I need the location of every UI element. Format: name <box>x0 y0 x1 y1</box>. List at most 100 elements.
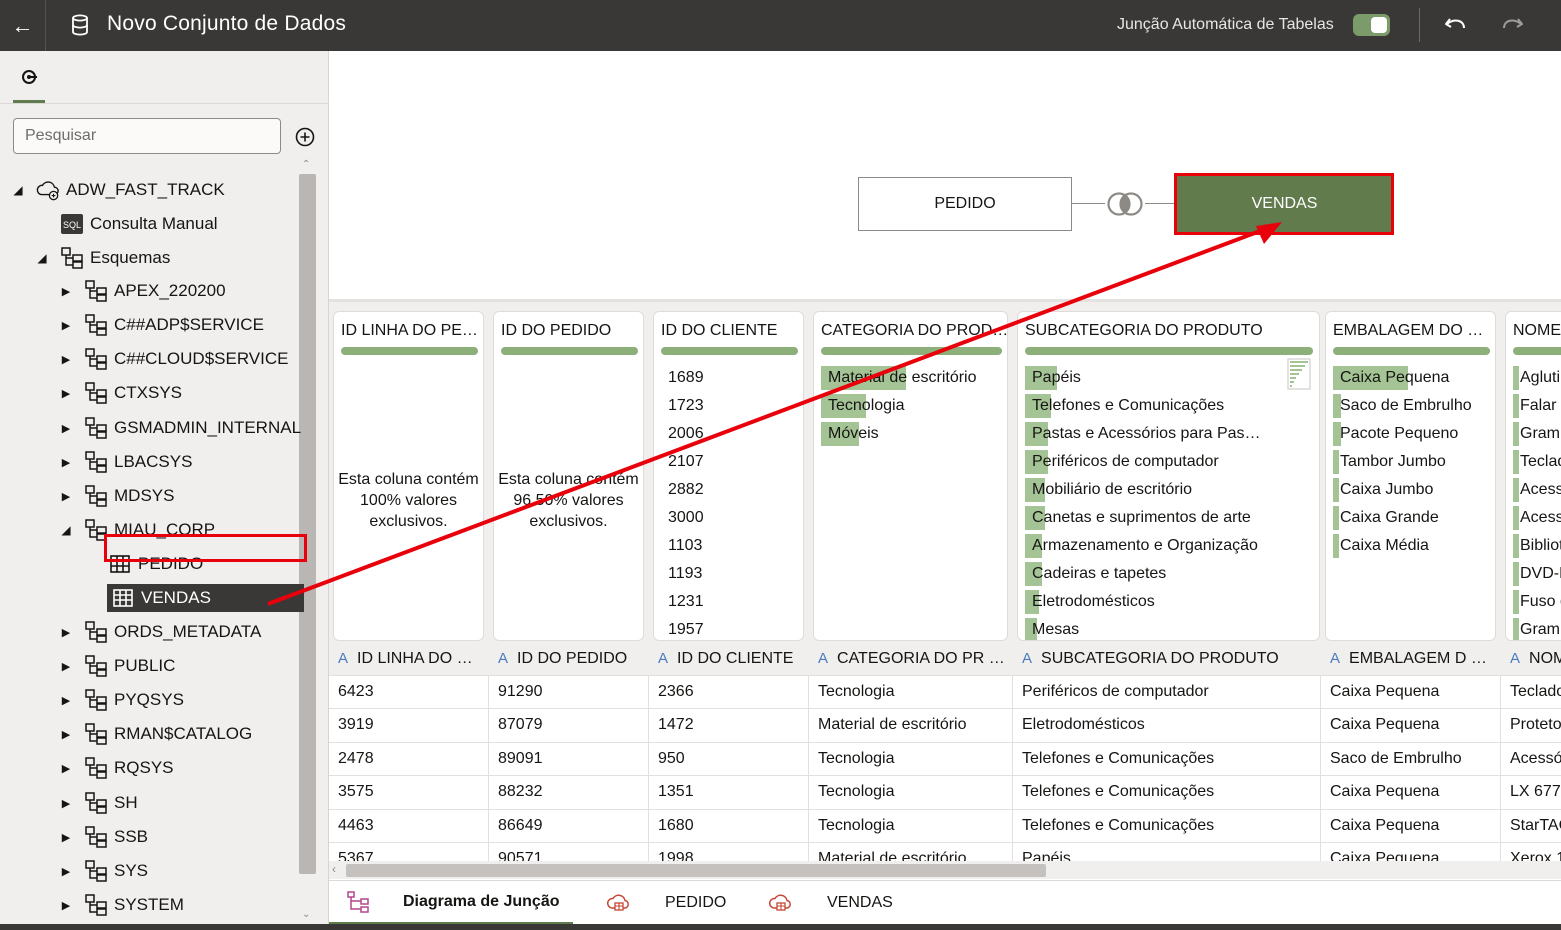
column-header[interactable]: A CATEGORIA DO PR … <box>809 646 1013 675</box>
expand-arrow-right-icon[interactable]: ▶ <box>60 422 72 435</box>
tree-item-ords-metadata[interactable]: ▶ ORDS_METADATA <box>60 618 261 646</box>
tree-item-system[interactable]: ▶ SYSTEM <box>60 891 184 919</box>
value-distribution-item[interactable]: 1689 <box>661 364 704 392</box>
expand-arrow-right-icon[interactable]: ▶ <box>60 626 72 639</box>
expand-arrow-right-icon[interactable]: ▶ <box>60 762 72 775</box>
value-distribution-item[interactable]: Teclad <box>1513 448 1561 476</box>
value-distribution-item[interactable]: Falar s <box>1513 392 1561 420</box>
value-distribution-item[interactable]: Gramp <box>1513 420 1561 448</box>
value-distribution-item[interactable]: Saco de Embrulho <box>1333 392 1472 420</box>
table-horizontal-scrollbar[interactable]: ‹ <box>329 861 1561 879</box>
expand-arrow-right-icon[interactable]: ▶ <box>60 694 72 707</box>
tree-item-lbacsys[interactable]: ▶ LBACSYS <box>60 448 192 476</box>
scroll-up-icon[interactable]: ⌃ <box>302 159 314 170</box>
value-distribution-item[interactable]: Pacote Pequeno <box>1333 420 1472 448</box>
redo-icon[interactable] <box>1496 10 1528 40</box>
column-header[interactable]: A ID DO CLIENTE <box>649 646 809 675</box>
profile-card[interactable]: CATEGORIA DO PROD… Material de escritório… <box>813 311 1008 641</box>
sidebar-scrollbar[interactable] <box>299 174 316 874</box>
value-distribution-item[interactable]: Móveis <box>821 420 977 448</box>
undo-icon[interactable] <box>1440 10 1472 40</box>
tree-item-pedido[interactable]: PEDIDO <box>84 550 203 578</box>
value-distribution-item[interactable]: 3000 <box>661 504 704 532</box>
value-distribution-item[interactable]: 1103 <box>661 532 704 560</box>
add-icon[interactable] <box>294 126 316 148</box>
value-distribution-item[interactable]: Telefones e Comunicações <box>1025 392 1261 420</box>
tree-item-gsmadmin-internal[interactable]: ▶ GSMADMIN_INTERNAL <box>60 414 301 442</box>
value-distribution-item[interactable]: Acess <box>1513 504 1561 532</box>
tree-item-public[interactable]: ▶ PUBLIC <box>60 652 175 680</box>
value-distribution-item[interactable]: 1231 <box>661 588 704 616</box>
value-distribution-item[interactable]: Caixa Pequena <box>1333 364 1472 392</box>
expand-arrow-right-icon[interactable]: ▶ <box>60 387 72 400</box>
scrollbar-thumb[interactable] <box>346 864 1046 877</box>
profile-card[interactable]: ID DO CLIENTE 1689 1723 2006 2107 2882 3000 110… <box>653 311 804 641</box>
expand-arrow-down-icon[interactable]: ◢ <box>12 183 24 197</box>
value-distribution-item[interactable]: 2107 <box>661 448 704 476</box>
expand-arrow-right-icon[interactable]: ▶ <box>60 456 72 469</box>
tree-item-vendas[interactable]: VENDAS <box>107 584 304 612</box>
back-button[interactable]: ← <box>0 0 46 51</box>
tree-item-ctxsys[interactable]: ▶ CTXSYS <box>60 379 182 407</box>
expand-arrow-right-icon[interactable]: ▶ <box>60 285 72 298</box>
tree-item-apex-220200[interactable]: ▶ APEX_220200 <box>60 277 226 305</box>
column-header[interactable]: A ID DO PEDIDO <box>489 646 649 675</box>
expand-arrow-right-icon[interactable]: ▶ <box>60 490 72 503</box>
value-distribution-item[interactable]: Bibliot <box>1513 532 1561 560</box>
table-row[interactable]: 3919 87079 1472 Material de escritório Eletr… <box>329 708 1561 743</box>
value-distribution-item[interactable]: 2006 <box>661 420 704 448</box>
auto-join-toggle[interactable] <box>1353 14 1390 36</box>
bottom-tab-diagrama-de-jun-o[interactable]: Diagrama de Junção <box>329 881 573 925</box>
diagram-node-pedido[interactable]: PEDIDO <box>858 177 1072 231</box>
expand-arrow-right-icon[interactable]: ▶ <box>60 660 72 673</box>
inner-join-icon[interactable] <box>1104 191 1146 217</box>
value-distribution-item[interactable]: Tecnologia <box>821 392 977 420</box>
value-distribution-item[interactable]: Fuso d <box>1513 588 1561 616</box>
tree-item-esquemas[interactable]: ◢ Esquemas <box>36 244 170 272</box>
tree-item-sh[interactable]: ▶ SH <box>60 789 138 817</box>
value-distribution-item[interactable]: Acess <box>1513 476 1561 504</box>
value-distribution-item[interactable]: Caixa Grande <box>1333 504 1472 532</box>
value-distribution-item[interactable]: Tambor Jumbo <box>1333 448 1472 476</box>
tree-item-ssb[interactable]: ▶ SSB <box>60 823 148 851</box>
tree-item-rqsys[interactable]: ▶ RQSYS <box>60 754 174 782</box>
expand-arrow-right-icon[interactable]: ▶ <box>60 865 72 878</box>
expand-arrow-down-icon[interactable]: ◢ <box>60 523 72 537</box>
value-distribution-item[interactable]: Mesas <box>1025 616 1261 640</box>
profile-card[interactable]: ID DO PEDIDO Esta coluna contém 96.50% va… <box>493 311 644 641</box>
column-header[interactable]: A NOME <box>1501 646 1561 675</box>
expand-arrow-right-icon[interactable]: ▶ <box>60 728 72 741</box>
value-distribution-item[interactable]: Pastas e Acessórios para Pas… <box>1025 420 1261 448</box>
tree-item-pyqsys[interactable]: ▶ PYQSYS <box>60 686 184 714</box>
value-distribution-item[interactable]: Papéis <box>1025 364 1261 392</box>
value-distribution-item[interactable]: Gramp <box>1513 616 1561 640</box>
value-distribution-item[interactable]: Aglutin <box>1513 364 1561 392</box>
expand-arrow-right-icon[interactable]: ▶ <box>60 831 72 844</box>
scroll-left-icon[interactable]: ‹ <box>332 862 336 876</box>
value-distribution-item[interactable]: DVD-R <box>1513 560 1561 588</box>
value-distribution-item[interactable]: Mobiliário de escritório <box>1025 476 1261 504</box>
table-row[interactable]: 4463 86649 1680 Tecnologia Telefones e Comun… <box>329 808 1561 843</box>
table-row[interactable]: 2478 89091 950 Tecnologia Telefones e Comuni… <box>329 741 1561 776</box>
tree-item-c-cloud-service[interactable]: ▶ C##CLOUD$SERVICE <box>60 345 288 373</box>
profile-card[interactable]: EMBALAGEM DO … Caixa Pequena Saco de Embru… <box>1325 311 1496 641</box>
tree-item-consulta-manual[interactable]: SQL Consulta Manual <box>36 210 218 238</box>
tree-item-sys[interactable]: ▶ SYS <box>60 857 148 885</box>
value-distribution-item[interactable]: 1957 <box>661 616 704 640</box>
value-distribution-item[interactable]: Caixa Média <box>1333 532 1472 560</box>
expand-arrow-right-icon[interactable]: ▶ <box>60 319 72 332</box>
table-row[interactable]: 3575 88232 1351 Tecnologia Telefones e Comun… <box>329 775 1561 810</box>
tree-item-miau-corp[interactable]: ◢ MIAU_CORP <box>60 516 215 544</box>
expand-arrow-down-icon[interactable]: ◢ <box>36 251 48 265</box>
table-row[interactable]: 5367 90571 1998 Material de escritório Papéi… <box>329 842 1561 861</box>
tree-item-mdsys[interactable]: ▶ MDSYS <box>60 482 174 510</box>
tree-item-adw-fast-track[interactable]: ◢ ADW_FAST_TRACK <box>12 176 225 204</box>
profile-card[interactable]: SUBCATEGORIA DO PRODUTO Papéis Telefones e… <box>1017 311 1320 641</box>
column-header[interactable]: A SUBCATEGORIA DO PRODUTO <box>1013 646 1321 675</box>
value-distribution-item[interactable]: Caixa Jumbo <box>1333 476 1472 504</box>
bottom-tab-vendas[interactable]: VENDAS <box>769 881 893 925</box>
expand-arrow-right-icon[interactable]: ▶ <box>60 899 72 912</box>
tree-item-rman-catalog[interactable]: ▶ RMAN$CATALOG <box>60 720 252 748</box>
expand-arrow-right-icon[interactable]: ▶ <box>60 797 72 810</box>
scroll-down-icon[interactable]: ⌄ <box>302 909 314 920</box>
